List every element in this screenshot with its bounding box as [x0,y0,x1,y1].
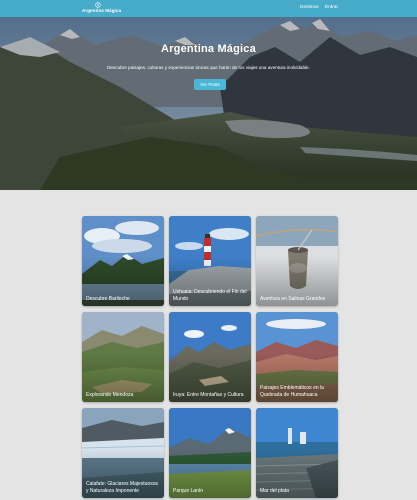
destination-label: Calafate: Glaciares Majestuosos y Natura… [86,481,158,494]
destination-label: Aventura en Salinas Grandes [260,295,326,302]
destination-label: Iruya: Entre Montañas y Cultura [173,391,244,398]
view-posts-button[interactable]: Ver Posts [194,79,226,90]
destination-card-parque-lanin[interactable]: Parque Lanín [169,408,251,498]
destination-card-ushuaia[interactable]: Ushuaia: Descubriendo el Fin del Mundo [169,216,251,306]
destination-card-calafate[interactable]: Calafate: Glaciares Majestuosos y Natura… [82,408,164,498]
brand-logo[interactable]: Argentina Mágica [82,2,121,15]
navbar: Argentina Mágica Destinos Entrar [0,0,417,17]
hero-title: Argentina Mágica [161,43,256,55]
destination-label: Descubre Bariloche [86,295,130,302]
destination-card-salinas-grandes[interactable]: Aventura en Salinas Grandes [256,216,338,306]
destinations-grid: Descubre Bariloche Ushuaia: Descubriendo… [82,216,338,500]
destination-card-bariloche[interactable]: Descubre Bariloche [82,216,164,306]
destination-card-humahuaca[interactable]: Paisajes Emblemáticos en la Quebrada de … [256,312,338,402]
card-shade [82,312,164,402]
hero-subtitle: Descubre paisajes, culturas y experienci… [107,65,310,70]
card-shade [82,216,164,306]
nav-link-destinos[interactable]: Destinos [300,5,319,10]
destination-label: Explorando Mendoza [86,391,134,398]
card-shade [256,216,338,306]
destination-label: Paisajes Emblemáticos en la Quebrada de … [260,385,324,398]
destination-card-mendoza[interactable]: Explorando Mendoza [82,312,164,402]
hero-banner: Argentina Mágica Descubre paisajes, cult… [0,17,417,190]
nav-link-entrar[interactable]: Entrar [325,5,338,10]
destination-label: Mar del plata [260,487,289,494]
card-shade [169,408,251,498]
destination-card-mar-del-plata[interactable]: Mar del plata [256,408,338,498]
destination-card-iruya[interactable]: Iruya: Entre Montañas y Cultura [169,312,251,402]
destination-label: Parque Lanín [173,487,204,494]
destination-label: Ushuaia: Descubriendo el Fin del Mundo [173,289,247,302]
card-shade [169,312,251,402]
card-shade [256,408,338,498]
brand-name: Argentina Mágica [82,8,122,13]
